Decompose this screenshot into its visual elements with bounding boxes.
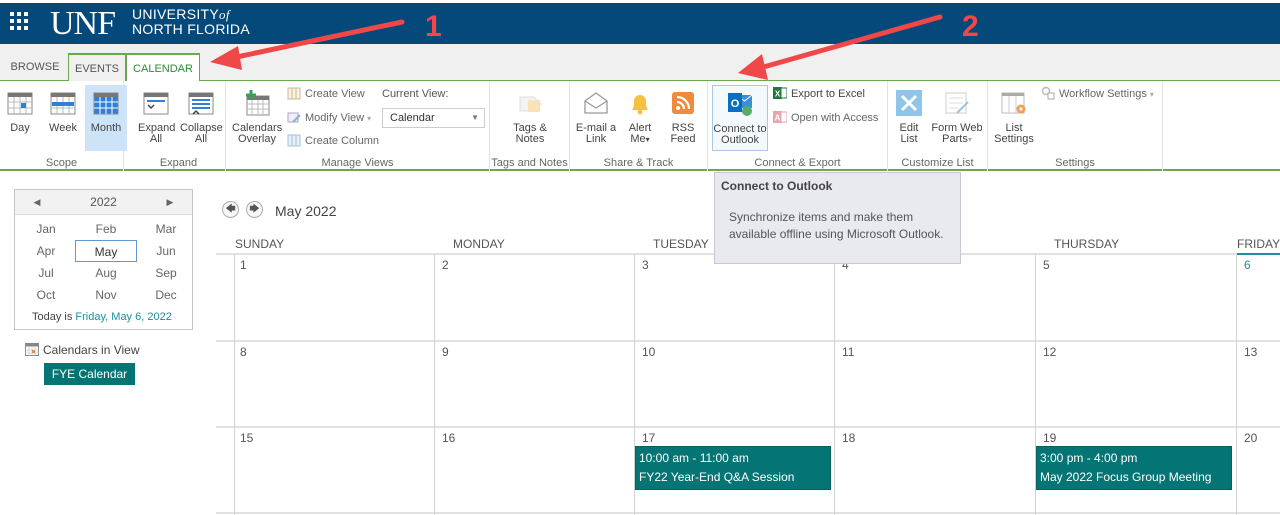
annotation-number-1: 1 <box>425 10 442 43</box>
annotation-arrow-2 <box>738 14 943 80</box>
annotation-overlay <box>210 14 943 80</box>
annotation-number-2: 2 <box>962 10 979 43</box>
annotation-arrow-1 <box>210 19 405 70</box>
